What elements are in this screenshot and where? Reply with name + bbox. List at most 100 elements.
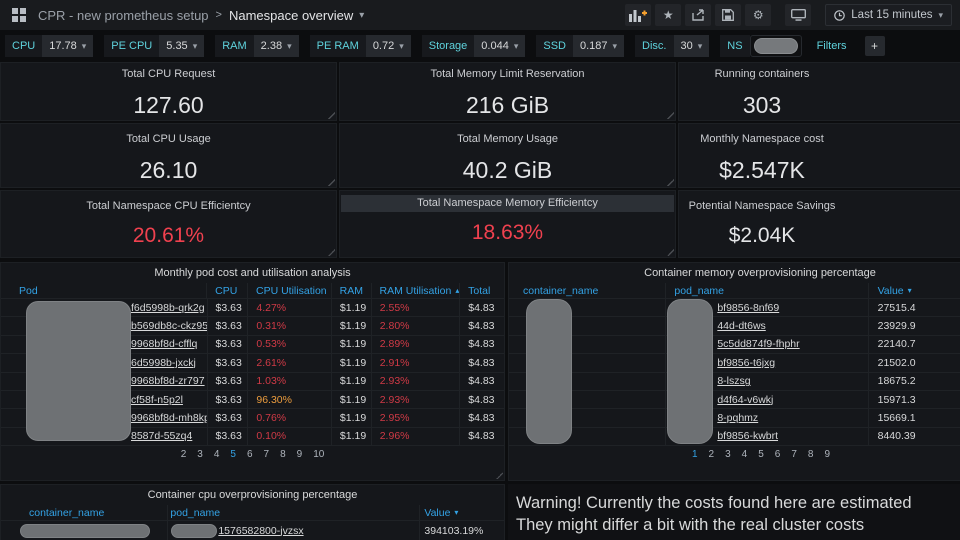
grafana-apps-icon[interactable]: [8, 4, 30, 26]
star-button[interactable]: ★: [655, 4, 682, 26]
save-icon: [722, 9, 735, 21]
page-button[interactable]: 4: [214, 449, 220, 460]
column-header-ram-utilisation[interactable]: RAM Utilisation ▴: [370, 283, 459, 298]
column-header-pod[interactable]: Pod: [1, 283, 206, 298]
page-button-active[interactable]: 5: [230, 449, 236, 460]
variable-value-dropdown[interactable]: 2.38 ▾: [253, 35, 299, 57]
overprovision-value: 18675.2: [867, 372, 960, 390]
column-header-pod-name[interactable]: pod_name: [167, 505, 419, 520]
page-button[interactable]: 6: [775, 449, 781, 460]
cpu-utilisation: 2.61%: [247, 354, 331, 372]
save-button[interactable]: [715, 4, 742, 26]
page-button[interactable]: 9: [297, 449, 303, 460]
page-button[interactable]: 4: [742, 449, 748, 460]
column-header-cpu-utilisation[interactable]: CPU Utilisation: [247, 283, 331, 298]
pod-link[interactable]: f6d5998b-qrk2g: [131, 302, 205, 314]
page-button[interactable]: 7: [791, 449, 797, 460]
page-button[interactable]: 8: [280, 449, 286, 460]
variable-value: 5.35: [166, 40, 188, 52]
variable-value-dropdown[interactable]: 0.187 ▾: [572, 35, 625, 57]
ns-value-input[interactable]: [749, 35, 802, 57]
page-button[interactable]: 10: [313, 449, 324, 460]
pod-link[interactable]: bf9856-kwbrt: [717, 430, 778, 442]
cpu-utilisation: 0.53%: [247, 335, 331, 354]
breadcrumb-folder[interactable]: CPR - new prometheus setup: [38, 8, 209, 23]
add-filter-button[interactable]: +: [864, 36, 885, 56]
page-button[interactable]: 2: [709, 449, 715, 460]
variable-value-dropdown[interactable]: 30 ▾: [673, 35, 710, 57]
total-cost: $4.83: [459, 409, 504, 427]
dashboard-variables-row: CPU 17.78 ▾ PE CPU 5.35 ▾ RAM 2.38 ▾ PE RAM…: [0, 30, 960, 62]
ram-cost: $1.19: [330, 409, 371, 427]
pod-link[interactable]: b569db8c-ckz95: [131, 320, 207, 332]
column-header-value[interactable]: Value ▾: [867, 283, 960, 298]
column-header-container-name[interactable]: container_name: [1, 505, 167, 520]
variable-value-dropdown[interactable]: 17.78 ▾: [42, 35, 94, 57]
cpu-cost: $3.63: [206, 335, 248, 354]
pod-link[interactable]: 1576582800-jvzsx: [218, 525, 303, 537]
panel-title-hovered[interactable]: Total Namespace Memory Efficientcy: [341, 195, 674, 212]
stat-value: 303: [742, 92, 782, 118]
pod-link[interactable]: 6d5998b-jxckj: [131, 357, 196, 369]
stat-value: 40.2 GiB: [462, 157, 553, 183]
table-row: d4f64-v6wkj 15971.3: [509, 390, 960, 410]
pod-link[interactable]: 8-lszsg: [717, 375, 750, 387]
pod-link[interactable]: 9968bf8d-mh8kp: [131, 412, 207, 424]
stat-value: 18.63%: [471, 221, 544, 244]
table-header-row: container_name pod_name Value ▾: [509, 283, 960, 299]
column-header-ram[interactable]: RAM: [330, 283, 371, 298]
variable-value: 0.72: [372, 40, 395, 52]
pod-link[interactable]: 9968bf8d-cfflq: [131, 338, 197, 350]
variable-value-dropdown[interactable]: 0.044 ▾: [474, 35, 526, 57]
page-button[interactable]: 3: [197, 449, 203, 460]
pod-link[interactable]: 8587d-55zq4: [131, 430, 192, 442]
sort-descending-icon: ▾: [454, 508, 459, 517]
table-row: 5c5dd874f9-fhphr 22140.7: [509, 335, 960, 355]
pod-link[interactable]: cf58f-n5p2l: [131, 394, 183, 406]
page-button[interactable]: 2: [181, 449, 187, 460]
page-button-active[interactable]: 1: [692, 449, 698, 460]
tv-mode-button[interactable]: [785, 4, 812, 26]
page-button[interactable]: 3: [725, 449, 731, 460]
redaction-blur: [667, 299, 713, 444]
chevron-down-icon: ▾: [399, 40, 404, 51]
stat-value: 216 GiB: [465, 92, 550, 118]
chevron-down-icon[interactable]: ▾: [359, 10, 364, 21]
table-header-row: Pod CPU CPU Utilisation RAM RAM Utilisat…: [1, 283, 504, 299]
column-header-container-name[interactable]: container_name: [509, 283, 665, 298]
variable-ssd: SSD 0.187 ▾: [536, 35, 625, 57]
table-row: 8-pqhmz 15669.1: [509, 409, 960, 428]
pod-link[interactable]: d4f64-v6wkj: [717, 394, 773, 406]
settings-button[interactable]: ⚙: [745, 4, 772, 26]
column-header-total[interactable]: Total: [459, 283, 504, 298]
pod-link[interactable]: 5c5dd874f9-fhphr: [717, 338, 799, 350]
redacted-value: [753, 38, 798, 54]
page-button[interactable]: 9: [824, 449, 830, 460]
pod-link[interactable]: bf9856-8nf69: [717, 302, 779, 314]
page-button[interactable]: 5: [758, 449, 764, 460]
pagination: 2 3 4 5 6 7 8 9 10: [1, 449, 504, 460]
share-icon: [692, 9, 704, 21]
time-range-picker[interactable]: Last 15 minutes ▾: [825, 4, 952, 26]
variable-value-dropdown[interactable]: 5.35 ▾: [159, 35, 205, 57]
ram-cost: $1.19: [330, 317, 371, 335]
variable-value-dropdown[interactable]: 0.72 ▾: [365, 35, 411, 57]
column-header-pod-name[interactable]: pod_name: [665, 283, 867, 298]
share-button[interactable]: [685, 4, 712, 26]
pod-link[interactable]: 8-pqhmz: [717, 412, 758, 424]
column-header-value[interactable]: Value ▾: [419, 505, 504, 520]
panel-cpu-efficiency: Total Namespace CPU Efficientcy 20.61%: [0, 190, 337, 258]
page-button[interactable]: 8: [808, 449, 814, 460]
column-header-cpu[interactable]: CPU: [206, 283, 247, 298]
stat-value: $2.547K: [719, 157, 805, 183]
pod-link[interactable]: bf9856-t6jxg: [717, 357, 775, 369]
pod-link[interactable]: 44d-dt6ws: [717, 320, 765, 332]
stat-value: 127.60: [133, 92, 204, 118]
page-button[interactable]: 7: [264, 449, 270, 460]
breadcrumb-dashboard-title[interactable]: Namespace overview: [229, 8, 353, 23]
pod-link[interactable]: 9968bf8d-zr797: [131, 375, 205, 387]
chevron-down-icon: ▾: [612, 40, 618, 51]
panel-total-cpu-usage: Total CPU Usage 26.10: [0, 123, 337, 188]
page-button[interactable]: 6: [247, 449, 253, 460]
add-panel-button[interactable]: [625, 4, 652, 26]
